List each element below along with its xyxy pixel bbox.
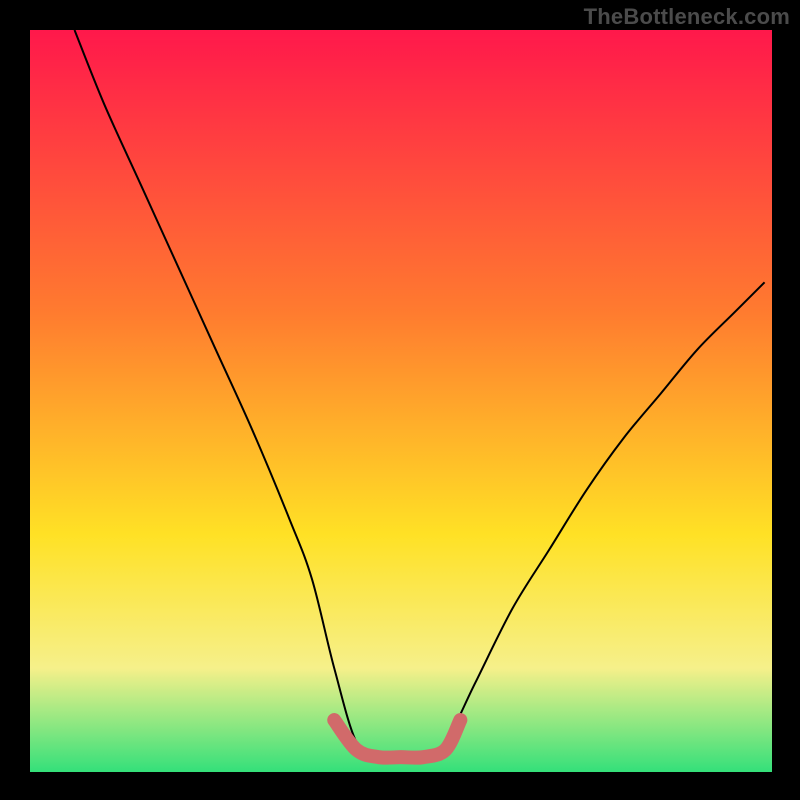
watermark-text: TheBottleneck.com <box>584 4 790 30</box>
chart-frame: TheBottleneck.com <box>0 0 800 800</box>
bottleneck-chart <box>0 0 800 800</box>
gradient-background <box>30 30 772 772</box>
